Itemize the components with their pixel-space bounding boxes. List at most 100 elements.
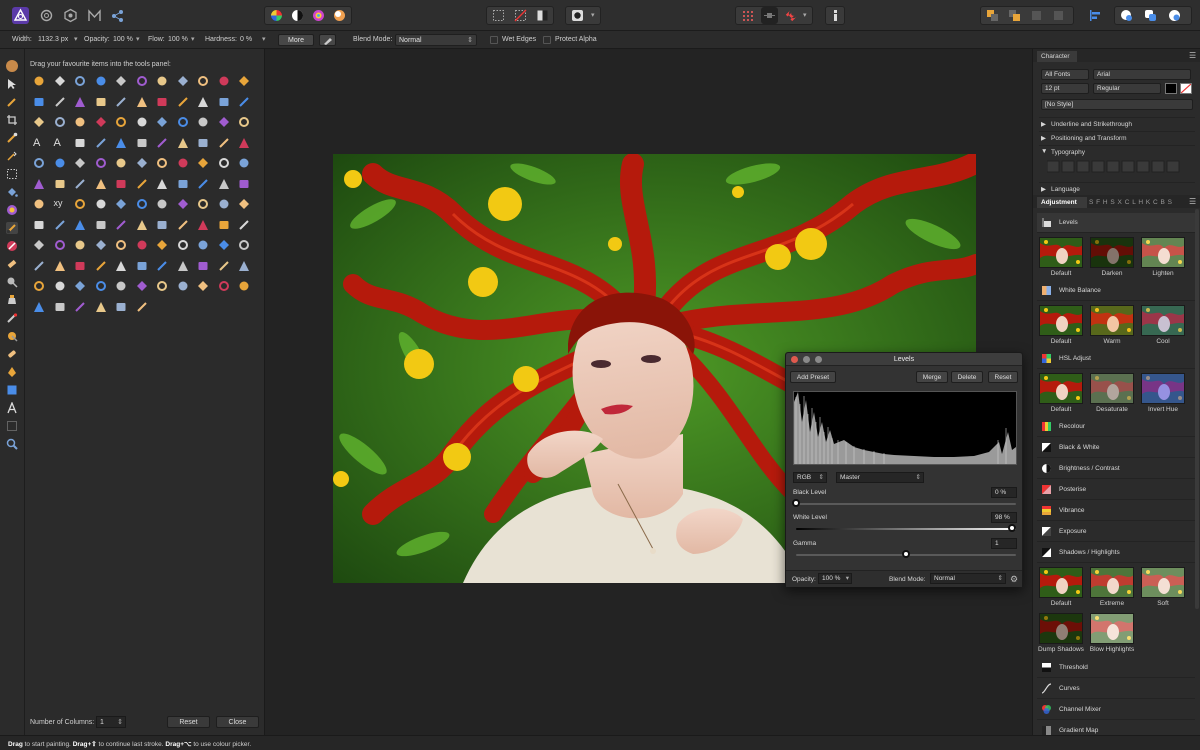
- adjustment-item-shadows[interactable]: Shadows / Highlights: [1037, 543, 1195, 563]
- deselect-icon[interactable]: [512, 7, 529, 24]
- crop-tool-icon[interactable]: [238, 157, 250, 169]
- arrow-tool-icon[interactable]: [218, 239, 230, 251]
- develop-persona-icon[interactable]: [62, 7, 79, 24]
- blur-tool-icon[interactable]: [136, 96, 148, 108]
- lasso-tool-icon[interactable]: [156, 219, 168, 231]
- dodge-tool-icon[interactable]: [6, 276, 18, 288]
- tools-reset-button[interactable]: Reset: [167, 716, 210, 728]
- arrow-tool-icon[interactable]: [54, 157, 66, 169]
- clone-tool-icon[interactable]: [238, 178, 250, 190]
- heal-tool-icon[interactable]: [33, 198, 45, 210]
- preset-thumbnail[interactable]: [1141, 305, 1185, 336]
- chevron-down-icon[interactable]: ▾: [591, 11, 595, 19]
- preset-thumbnail[interactable]: [1090, 373, 1134, 404]
- star-tool-icon[interactable]: [177, 96, 189, 108]
- move-to-back-icon[interactable]: [984, 7, 1001, 24]
- width-value[interactable]: 1132.3 px: [38, 36, 68, 43]
- delete-button[interactable]: Delete: [951, 371, 983, 383]
- shape-tool-icon[interactable]: [238, 219, 250, 231]
- crop-tool-icon[interactable]: [177, 260, 189, 272]
- hand-tool-icon[interactable]: [197, 157, 209, 169]
- adjustment-item-threshold[interactable]: Threshold: [1037, 658, 1195, 678]
- lasso-tool-icon[interactable]: [218, 116, 230, 128]
- flood-select-icon[interactable]: [6, 150, 18, 162]
- donut-tool-icon[interactable]: [156, 157, 168, 169]
- clone-tool-icon[interactable]: [177, 280, 189, 292]
- shape-tool-icon[interactable]: [156, 178, 168, 190]
- cog-tool-icon[interactable]: [115, 301, 127, 313]
- heart-tool-icon[interactable]: [33, 116, 45, 128]
- preset-thumbnail[interactable]: [1141, 237, 1185, 268]
- gear-icon[interactable]: ⚙: [1010, 574, 1018, 585]
- heal-tool-icon[interactable]: [197, 280, 209, 292]
- stepper-icon[interactable]: ⇕: [117, 718, 123, 726]
- pen-tool-icon[interactable]: [6, 366, 18, 378]
- artistic-text-tool-icon[interactable]: A: [33, 137, 45, 149]
- adjustment-other-tabs[interactable]: S F H S X C L H K C B S: [1089, 199, 1173, 206]
- adjustment-item-black-white[interactable]: Black & White: [1037, 438, 1195, 458]
- black-level-value[interactable]: 0 %: [991, 487, 1017, 498]
- clone-tool-icon[interactable]: [74, 96, 86, 108]
- cog-tool-icon[interactable]: [95, 157, 107, 169]
- adjustment-item-hsl[interactable]: HSL Adjust: [1037, 349, 1195, 369]
- red-eye-tool-icon[interactable]: [6, 312, 18, 324]
- grid-icon[interactable]: [739, 7, 756, 24]
- hand-tool-icon[interactable]: [136, 260, 148, 272]
- font-size-select[interactable]: 12 pt: [1041, 83, 1089, 94]
- adjustment-item-channel-mixer[interactable]: Channel Mixer: [1037, 700, 1195, 720]
- move-forward-one-icon[interactable]: [1028, 7, 1045, 24]
- adjustment-item-white-balance[interactable]: White Balance: [1037, 281, 1195, 301]
- studio-swatches-icon[interactable]: [1166, 7, 1183, 24]
- gamma-knob[interactable]: [902, 550, 910, 558]
- white-level-value[interactable]: 98 %: [991, 512, 1017, 523]
- hand-tool-icon[interactable]: [115, 116, 127, 128]
- gradient-tool-icon[interactable]: [115, 178, 127, 190]
- star-tool-icon[interactable]: [115, 198, 127, 210]
- pie-tool-icon[interactable]: [33, 219, 45, 231]
- preset-thumbnail[interactable]: [1039, 237, 1083, 268]
- reset-button[interactable]: Reset: [988, 371, 1018, 383]
- xy-shape-icon[interactable]: xy: [54, 198, 66, 210]
- sponge-tool-icon[interactable]: [136, 137, 148, 149]
- clone-tool-icon[interactable]: [95, 239, 107, 251]
- align-icon[interactable]: [1087, 7, 1104, 24]
- marquee-tool-icon[interactable]: [54, 178, 66, 190]
- dodge-tool-icon[interactable]: [177, 178, 189, 190]
- character-section-3[interactable]: ▶ Language: [1039, 182, 1195, 194]
- disclosure-triangle-icon[interactable]: ▶: [1041, 134, 1046, 142]
- lasso-tool-icon[interactable]: [136, 75, 148, 87]
- heal-tool-icon[interactable]: [95, 96, 107, 108]
- snapping-magnet-icon[interactable]: [783, 7, 800, 24]
- dodge-tool-icon[interactable]: [238, 75, 250, 87]
- character-section-1[interactable]: ▶ Positioning and Transform: [1039, 131, 1195, 143]
- star-tool-icon[interactable]: [54, 301, 66, 313]
- more-button[interactable]: More: [278, 34, 314, 46]
- disclosure-triangle-icon[interactable]: ▼: [1041, 148, 1047, 155]
- preset-thumbnail[interactable]: [1039, 567, 1083, 598]
- gradient-tool-icon[interactable]: [197, 219, 209, 231]
- pen-tool-icon[interactable]: [74, 280, 86, 292]
- text-color-swatch[interactable]: [1165, 83, 1177, 94]
- heart-tool-icon[interactable]: [197, 198, 209, 210]
- color-picker-icon[interactable]: [6, 96, 18, 108]
- move-tool-icon[interactable]: [218, 157, 230, 169]
- move-tool-icon[interactable]: [136, 116, 148, 128]
- sharpen-tool-icon[interactable]: [238, 137, 250, 149]
- heal-tool-icon[interactable]: [177, 137, 189, 149]
- hsl-icon[interactable]: [310, 7, 327, 24]
- pie-tool-icon[interactable]: [115, 260, 127, 272]
- marquee-tool-icon[interactable]: [218, 260, 230, 272]
- mode-select[interactable]: Master ⇕: [836, 472, 924, 483]
- crop-tool-icon[interactable]: [95, 219, 107, 231]
- donut-tool-icon[interactable]: [74, 116, 86, 128]
- blend-mode-select[interactable]: Normal ⇕: [395, 34, 477, 46]
- fill-tool-icon[interactable]: [177, 219, 189, 231]
- move-back-one-icon[interactable]: [1006, 7, 1023, 24]
- adjustment-item-brightness[interactable]: Brightness / Contrast: [1037, 459, 1195, 479]
- blur-tool-icon[interactable]: [238, 280, 250, 292]
- burn-tool-icon[interactable]: [136, 280, 148, 292]
- arrow-tool-icon[interactable]: [197, 96, 209, 108]
- pen-tool-icon[interactable]: [218, 219, 230, 231]
- sponge-tool-icon[interactable]: [54, 96, 66, 108]
- adjustment-item-posterise[interactable]: Posterise: [1037, 480, 1195, 500]
